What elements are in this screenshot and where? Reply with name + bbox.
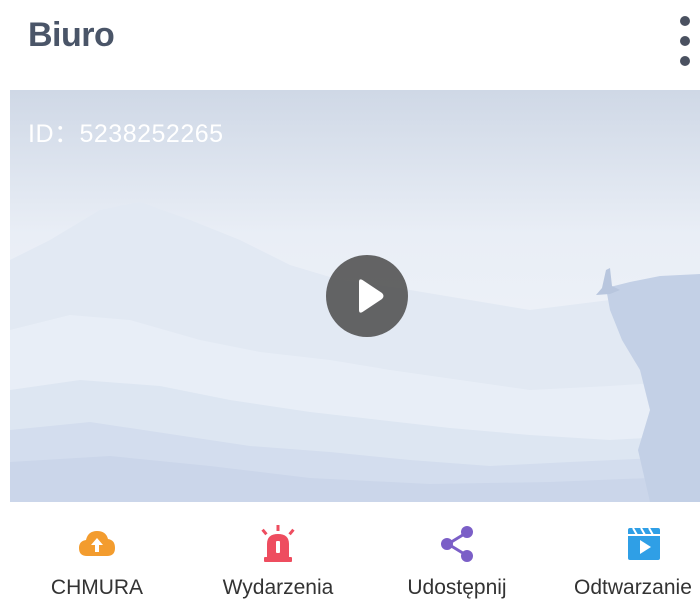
cloud-label: CHMURA bbox=[50, 576, 144, 599]
playback-label: Odtwarzanie bbox=[574, 576, 692, 599]
share-label: Udostępnij bbox=[407, 576, 507, 599]
cloud-upload-icon bbox=[79, 531, 115, 556]
playback-video-icon bbox=[628, 527, 660, 560]
playback-button[interactable]: Odtwarzanie bbox=[566, 524, 700, 604]
share-icon bbox=[441, 526, 473, 562]
play-icon bbox=[359, 279, 384, 313]
events-button[interactable]: Wydarzenia bbox=[208, 524, 348, 604]
cloud-button[interactable]: CHMURA bbox=[38, 524, 156, 604]
alarm-siren-icon bbox=[261, 525, 295, 562]
more-vertical-icon bbox=[680, 16, 690, 26]
more-options-button[interactable] bbox=[670, 10, 700, 70]
more-vertical-icon-dot bbox=[680, 36, 690, 46]
more-vertical-icon-dot bbox=[680, 56, 690, 66]
video-preview[interactable]: ID：5238252265 bbox=[10, 90, 700, 502]
action-bar: CHMURA Wydarzenia Udostępnij Odtwarzanie bbox=[0, 502, 700, 613]
play-button[interactable] bbox=[326, 255, 408, 337]
device-id-label: ID：5238252265 bbox=[28, 120, 224, 148]
events-label: Wydarzenia bbox=[222, 576, 334, 599]
share-button[interactable]: Udostępnij bbox=[390, 524, 524, 604]
page-title: Biuro bbox=[28, 16, 115, 54]
app-header: Biuro bbox=[0, 0, 700, 90]
